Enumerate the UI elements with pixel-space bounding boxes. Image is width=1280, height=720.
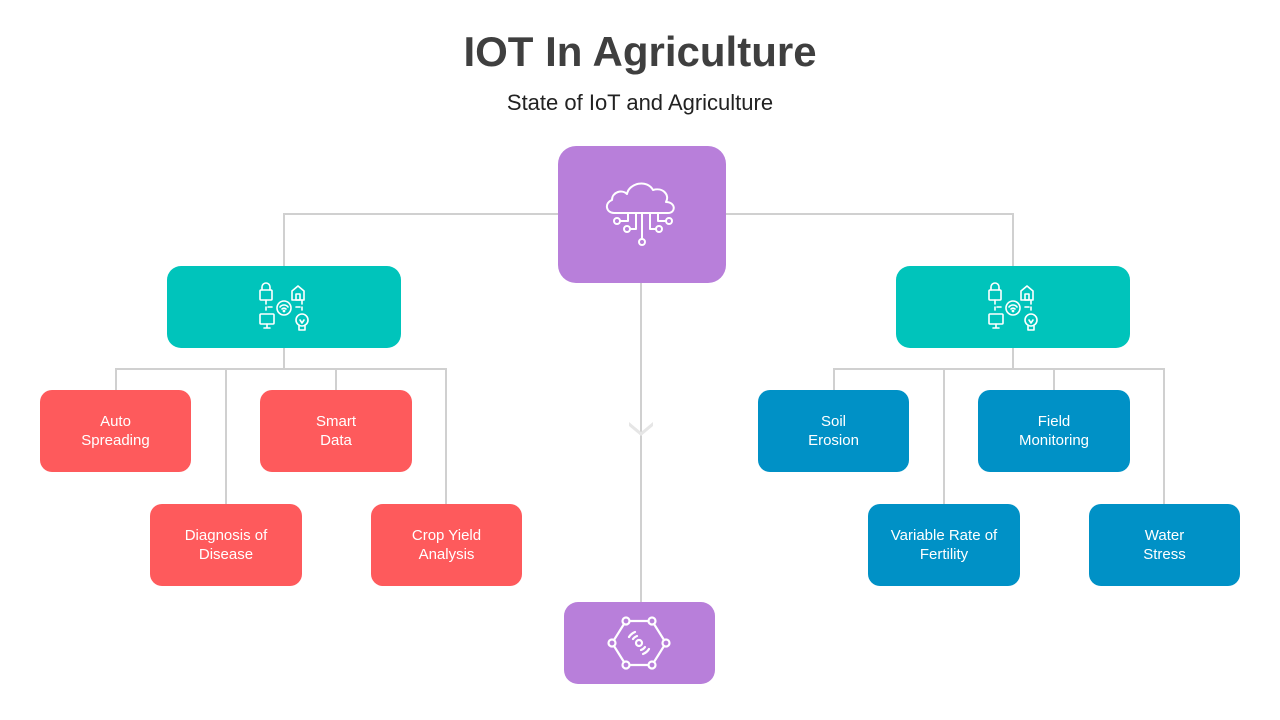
leaf-auto-spreading[interactable]: Auto Spreading xyxy=(40,390,191,472)
leaf-label: Auto Spreading xyxy=(81,413,150,449)
connector-right-3 xyxy=(1053,368,1055,390)
leaf-label: Variable Rate of Fertility xyxy=(890,527,998,563)
connector-left-1 xyxy=(115,368,117,390)
connector-right-branch-vertical xyxy=(1012,213,1014,267)
bottom-node[interactable] xyxy=(564,602,715,684)
connector-left-stem xyxy=(283,347,285,369)
cloud-network-icon xyxy=(606,182,675,246)
leaf-label: Crop Yield Analysis xyxy=(411,527,482,563)
connector-left-horizontal xyxy=(115,368,447,370)
connector-left-2 xyxy=(225,368,227,504)
leaf-label: Soil Erosion xyxy=(808,413,859,449)
page-title: IOT In Agriculture xyxy=(463,28,817,75)
smart-devices-network-icon xyxy=(259,282,309,331)
connector-right-4 xyxy=(1163,368,1165,504)
leaf-field-monitoring[interactable]: Field Monitoring xyxy=(978,390,1130,472)
connector-root-down xyxy=(640,283,642,603)
connector-left-4 xyxy=(445,368,447,504)
page-subtitle: State of IoT and Agriculture xyxy=(506,90,774,115)
left-branch-node[interactable] xyxy=(167,266,401,348)
connector-right-2 xyxy=(943,368,945,504)
leaf-water-stress[interactable]: Water Stress xyxy=(1089,504,1240,586)
right-branch-node[interactable] xyxy=(896,266,1130,348)
leaf-label: Field Monitoring xyxy=(1018,413,1090,449)
smart-devices-network-icon xyxy=(988,282,1038,331)
connector-right-horizontal xyxy=(833,368,1165,370)
leaf-variable-rate-of-fertility[interactable]: Variable Rate of Fertility xyxy=(868,504,1020,586)
wireless-sensor-network-icon xyxy=(606,616,671,670)
connector-right-stem xyxy=(1012,347,1014,369)
leaf-soil-erosion[interactable]: Soil Erosion xyxy=(758,390,909,472)
leaf-label: Diagnosis of Disease xyxy=(184,527,268,563)
connector-right-1 xyxy=(833,368,835,390)
leaf-label: Water Stress xyxy=(1143,527,1186,563)
connector-left-3 xyxy=(335,368,337,390)
leaf-smart-data[interactable]: Smart Data xyxy=(260,390,412,472)
leaf-label: Smart Data xyxy=(315,413,356,449)
connector-left-branch-vertical xyxy=(283,213,285,267)
root-node[interactable] xyxy=(558,146,726,283)
leaf-diagnosis-of-disease[interactable]: Diagnosis of Disease xyxy=(150,504,302,586)
chevron-down-icon xyxy=(629,422,653,436)
leaf-crop-yield-analysis[interactable]: Crop Yield Analysis xyxy=(371,504,522,586)
